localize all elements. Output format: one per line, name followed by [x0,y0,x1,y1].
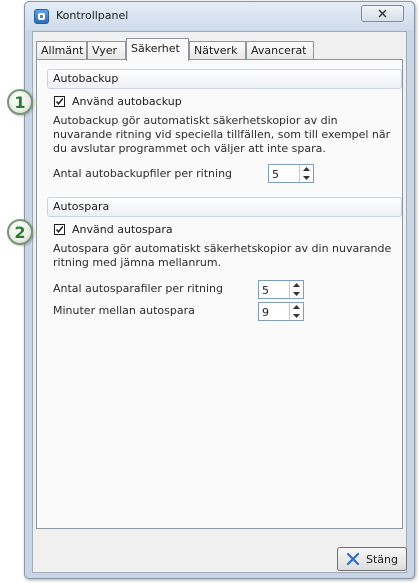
close-dialog-label: Stäng [366,552,398,566]
autosave-files-stepper[interactable]: 5 [258,280,304,299]
window-title: Kontrollpanel [56,9,129,22]
tab-avancerat[interactable]: Avancerat [246,41,314,60]
tab-vyer[interactable]: Vyer [87,41,126,60]
autobackup-checkbox[interactable] [54,96,65,107]
stepper-up-button[interactable] [290,303,303,311]
autosave-checkbox-label: Använd autospara [72,223,173,236]
arrow-down-icon [293,314,300,318]
stepper-arrows [299,165,313,182]
close-dialog-button[interactable]: Stäng [337,547,407,571]
stepper-down-button[interactable] [290,312,303,320]
app-icon [34,9,49,24]
tab-natverk[interactable]: Nätverk [189,41,246,60]
security-tab-panel: Autobackup Använd autobackup Autobackup … [36,59,403,529]
autobackup-files-label: Antal autobackupfiler per ritning [53,167,233,180]
arrow-up-icon [293,305,300,309]
stepper-up-button[interactable] [290,281,303,289]
stepper-up-button[interactable] [300,165,313,173]
window-close-button[interactable] [361,5,404,22]
stepper-down-button[interactable] [300,174,313,182]
title-bar[interactable]: Kontrollpanel [25,2,414,30]
arrow-down-icon [303,176,310,180]
arrow-down-icon [293,292,300,296]
arrow-up-icon [293,283,300,287]
stepper-arrows [289,281,303,298]
control-panel-window: Kontrollpanel Allmänt Vyer Säkerhet Nätv… [24,1,415,579]
stepper-arrows [289,303,303,320]
tab-allmant[interactable]: Allmänt [36,41,87,60]
callout-badge-2: 2 [7,219,33,245]
checkmark-icon [55,98,64,105]
autobackup-description: Autobackup gör automatiskt säkerhetskopi… [53,114,391,155]
dialog-body: Allmänt Vyer Säkerhet Nätverk Avancerat … [32,31,407,573]
autosave-minutes-label: Minuter mellan autospara [53,304,195,317]
autosave-description: Autospara gör automatiskt säkerhetskopio… [53,242,392,269]
autosave-section-header: Autospara [47,197,402,217]
arrow-up-icon [303,167,310,171]
autosave-minutes-value[interactable]: 9 [262,306,269,319]
stepper-down-button[interactable] [290,290,303,298]
autobackup-section-header: Autobackup [47,69,402,89]
close-icon [378,9,387,18]
autosave-files-label: Antal autosparafiler per ritning [53,282,223,295]
autobackup-files-value[interactable]: 5 [272,168,279,181]
autobackup-files-stepper[interactable]: 5 [268,164,314,183]
callout-badge-1: 1 [7,89,33,115]
autosave-minutes-stepper[interactable]: 9 [258,302,304,321]
autosave-checkbox-row[interactable]: Använd autospara [54,223,173,236]
checkmark-icon [55,226,64,233]
tab-sakerhet[interactable]: Säkerhet [126,38,189,61]
autosave-files-value[interactable]: 5 [262,284,269,297]
x-icon [346,552,360,566]
autosave-checkbox[interactable] [54,224,65,235]
autobackup-checkbox-label: Använd autobackup [72,95,182,108]
autobackup-checkbox-row[interactable]: Använd autobackup [54,95,182,108]
